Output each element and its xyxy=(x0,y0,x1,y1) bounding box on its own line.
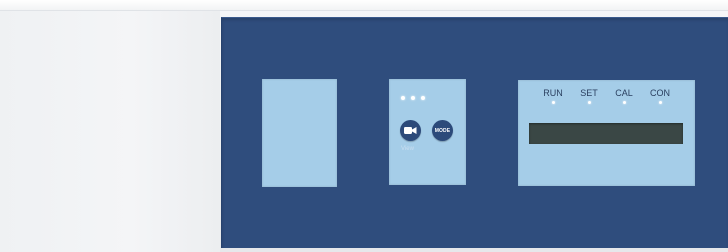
status-led-run xyxy=(551,101,555,104)
status-label-run: RUN xyxy=(543,88,563,98)
mode-button-label: MODE xyxy=(434,127,451,134)
status-led-cal xyxy=(622,101,626,104)
indicator-dots xyxy=(401,96,425,100)
display-module: RUN SET CAL CON xyxy=(518,80,695,186)
indicator-dot-2 xyxy=(411,96,415,100)
panel-bottom-edge xyxy=(221,248,728,252)
button-module: MODE View xyxy=(389,79,466,185)
indicator-dot-3 xyxy=(421,96,425,100)
indicator-dot-1 xyxy=(401,96,405,100)
lcd-display xyxy=(529,123,683,144)
housing-top-edge xyxy=(0,0,728,11)
status-led-set xyxy=(587,101,591,104)
status-label-set: SET xyxy=(580,88,598,98)
status-label-cal: CAL xyxy=(615,88,633,98)
status-led-con xyxy=(658,101,662,104)
camera-button[interactable] xyxy=(400,120,421,141)
mode-button[interactable]: MODE xyxy=(432,120,453,141)
status-label-con: CON xyxy=(650,88,670,98)
housing-side-panel xyxy=(0,0,220,252)
module-caption: View xyxy=(401,146,414,152)
blank-window xyxy=(262,79,337,187)
camera-icon xyxy=(404,127,417,134)
